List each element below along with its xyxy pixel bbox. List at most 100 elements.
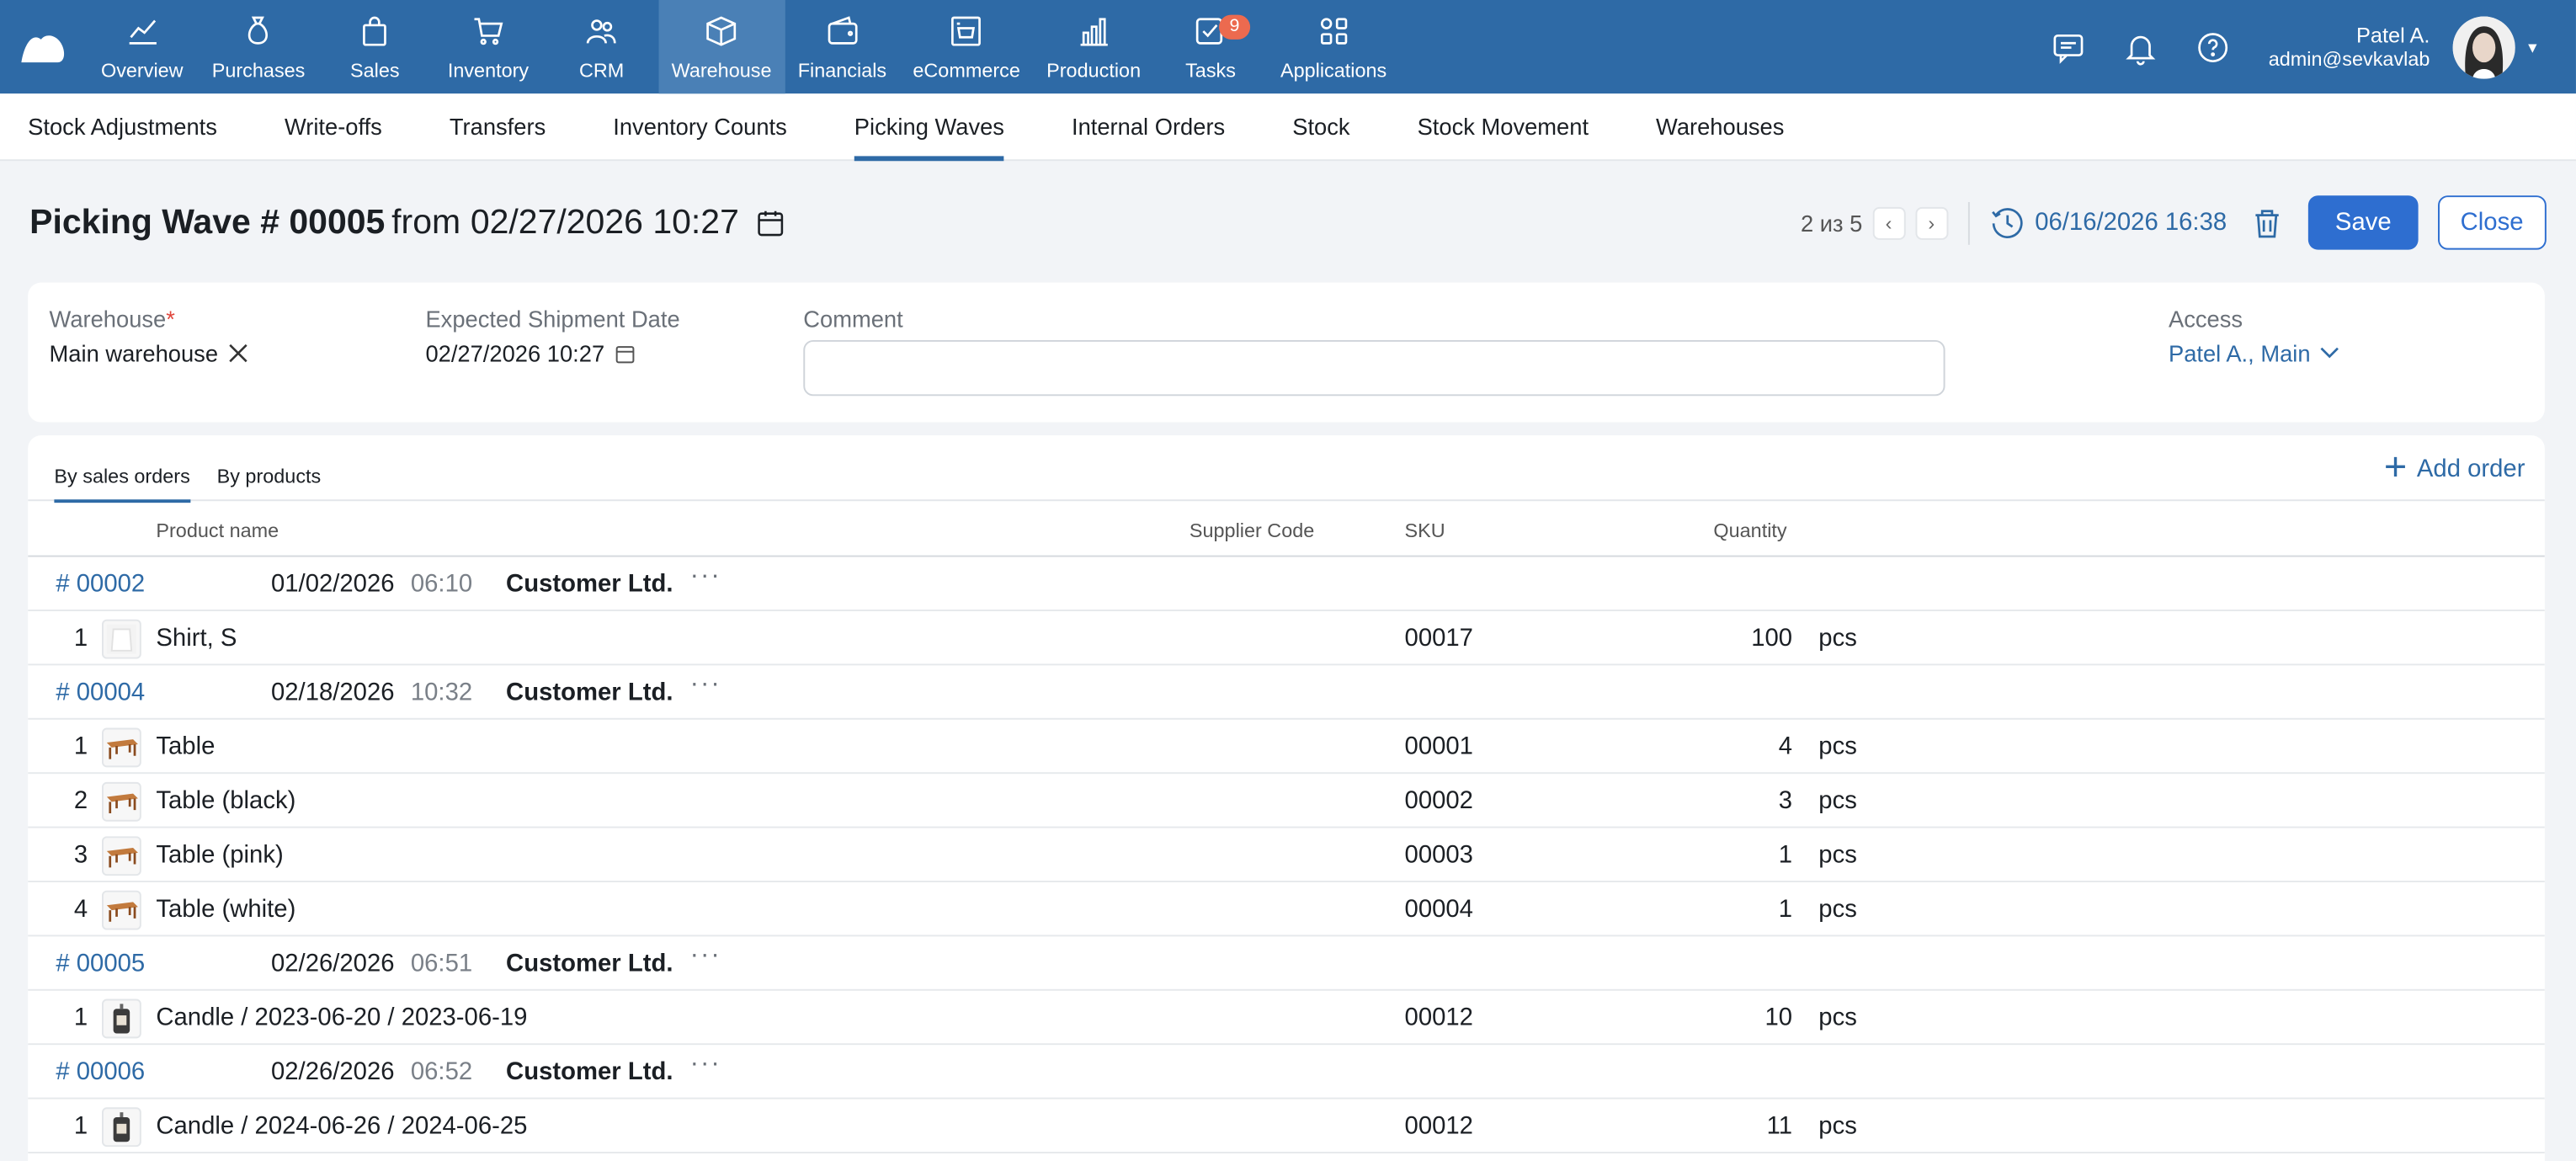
main-nav-items: Overview Purchases Sales Inventory CRM Wareho… [85,0,1400,94]
order-number-link[interactable]: # 00002 [56,570,145,598]
nav-item-warehouse[interactable]: Warehouse [657,0,785,94]
document-date[interactable]: 02/27/2026 10:27 [471,203,739,242]
access-select[interactable]: Patel A., Main [2169,340,2340,366]
chat-icon[interactable] [2032,0,2105,93]
table-row[interactable]: 1 Candle / 2023-06-20 / 2023-06-19 00012 10… [28,991,2545,1046]
product-name[interactable]: Table (pink) [156,841,283,869]
nav-item-ecommerce[interactable]: eCommerce [900,0,1034,93]
clear-icon[interactable] [228,344,247,363]
app-logo-icon[interactable] [0,0,85,93]
product-quantity[interactable]: 11 [1767,1112,1792,1140]
add-order-button[interactable]: + Add order [2384,448,2525,487]
required-marker: * [166,305,175,333]
col-supplier-code[interactable]: Supplier Code [1190,519,1314,542]
table-body: # 00002 01/02/2026 06:10 Customer Ltd. ··· 1 S… [28,557,2545,1153]
product-sku: 00002 [1404,786,1473,815]
tab-internal-orders[interactable]: Internal Orders [1072,93,1225,159]
nav-item-label: eCommerce [913,58,1020,82]
table-row[interactable]: 1 Candle / 2024-06-26 / 2024-06-25 00012 11… [28,1100,2545,1153]
nav-item-production[interactable]: Production [1034,0,1154,93]
nav-item-inventory[interactable]: Inventory [432,0,546,93]
user-email: admin@sevkavlab [2268,46,2430,70]
next-record-button[interactable]: › [1914,205,1948,239]
top-nav: Overview Purchases Sales Inventory CRM Wareho… [0,0,2576,94]
tab-warehouses[interactable]: Warehouses [1656,93,1784,159]
nav-item-crm[interactable]: CRM [545,0,658,93]
nav-item-purchases[interactable]: Purchases [199,0,318,93]
product-name[interactable]: Candle / 2024-06-26 / 2024-06-25 [156,1112,527,1140]
more-options-icon[interactable]: ··· [690,670,721,700]
nav-item-financials[interactable]: Financials [785,0,900,93]
warehouse-label: Warehouse* [50,306,248,332]
product-quantity[interactable]: 100 [1751,625,1792,652]
divider [1967,201,1970,244]
product-quantity[interactable]: 10 [1765,1004,1793,1031]
product-name[interactable]: Table [156,732,215,760]
save-button[interactable]: Save [2308,195,2418,250]
more-options-icon[interactable]: ··· [690,1050,721,1079]
order-time: 06:51 [410,949,473,978]
table-row[interactable]: 2 Table (black) 00002 3 pcs [28,774,2545,828]
calendar-icon[interactable] [615,343,636,364]
history-timestamp[interactable]: 06/16/2026 16:38 [1989,205,2227,241]
tab-by-sales-orders[interactable]: By sales orders [54,465,190,503]
warehouse-select[interactable]: Main warehouse [50,340,248,366]
order-group-row[interactable]: # 00004 02/18/2026 10:32 Customer Ltd. ··· [28,665,2545,720]
order-number-link[interactable]: # 00005 [56,950,145,977]
avatar[interactable] [2452,15,2515,78]
comment-input[interactable] [803,339,1945,397]
product-name[interactable]: Candle / 2023-06-20 / 2023-06-19 [156,1004,527,1031]
product-quantity[interactable]: 1 [1779,841,1792,869]
calendar-icon[interactable] [755,208,785,237]
order-number-link[interactable]: # 00004 [56,679,145,706]
user-menu-caret-icon[interactable]: ▼ [2525,39,2540,56]
row-index: 1 [73,732,88,761]
col-sku[interactable]: SKU [1405,519,1445,542]
document-fields-card: Warehouse* Main warehouse Expected Shipm… [28,282,2545,423]
order-group-row[interactable]: # 00006 02/26/2026 06:52 Customer Ltd. ··· [28,1045,2545,1100]
product-quantity[interactable]: 1 [1779,896,1792,924]
close-button[interactable]: Close [2437,195,2547,250]
history-clock-icon [1991,207,2022,238]
user-info[interactable]: Patel A. admin@sevkavlab [2268,23,2430,70]
more-options-icon[interactable]: ··· [690,941,721,971]
table-row[interactable]: 4 Table (white) 00004 1 pcs [28,882,2545,937]
box-icon [704,13,740,59]
product-sku: 00017 [1404,624,1473,652]
product-sku: 00003 [1404,841,1473,870]
order-group-row[interactable]: # 00002 01/02/2026 06:10 Customer Ltd. ··· [28,557,2545,611]
product-quantity[interactable]: 4 [1779,732,1792,760]
trash-icon[interactable] [2249,205,2286,241]
tab-transfers[interactable]: Transfers [450,93,546,159]
tab-stock-movement[interactable]: Stock Movement [1418,93,1589,159]
more-options-icon[interactable]: ··· [690,562,721,591]
tab-write-offs[interactable]: Write-offs [285,93,382,159]
product-quantity[interactable]: 3 [1779,787,1792,815]
order-customer: Customer Ltd. [506,570,673,599]
product-name[interactable]: Table (white) [156,896,295,924]
nav-item-applications[interactable]: Applications [1267,0,1400,93]
tab-inventory-counts[interactable]: Inventory Counts [613,93,787,159]
shipment-date-input[interactable]: 02/27/2026 10:27 [425,340,679,366]
order-group-row[interactable]: # 00005 02/26/2026 06:51 Customer Ltd. ··· [28,936,2545,991]
table-row[interactable]: 1 Table 00001 4 pcs [28,720,2545,775]
nav-item-overview[interactable]: Overview [85,0,199,93]
tab-picking-waves[interactable]: Picking Waves [854,93,1005,162]
col-product-name[interactable]: Product name [156,519,279,542]
order-number-link[interactable]: # 00006 [56,1058,145,1086]
product-name[interactable]: Table (black) [156,787,295,815]
product-name[interactable]: Shirt, S [156,625,237,652]
tab-stock[interactable]: Stock [1292,93,1349,159]
table-row[interactable]: 3 Table (pink) 00003 1 pcs [28,828,2545,882]
nav-item-sales[interactable]: Sales [318,0,432,93]
add-order-label: Add order [2416,454,2525,482]
help-icon[interactable] [2176,0,2249,93]
prev-record-button[interactable]: ‹ [1872,205,1906,239]
table-row[interactable]: 1 Shirt, S 00017 100 pcs [28,611,2545,666]
bell-icon[interactable] [2105,0,2177,93]
tab-stock-adjustments[interactable]: Stock Adjustments [28,93,217,159]
nav-item-tasks[interactable]: Tasks 9 [1154,0,1268,93]
col-quantity[interactable]: Quantity [1713,519,1786,542]
tab-by-products[interactable]: By products [217,465,322,499]
access-label: Access [2168,305,2243,333]
